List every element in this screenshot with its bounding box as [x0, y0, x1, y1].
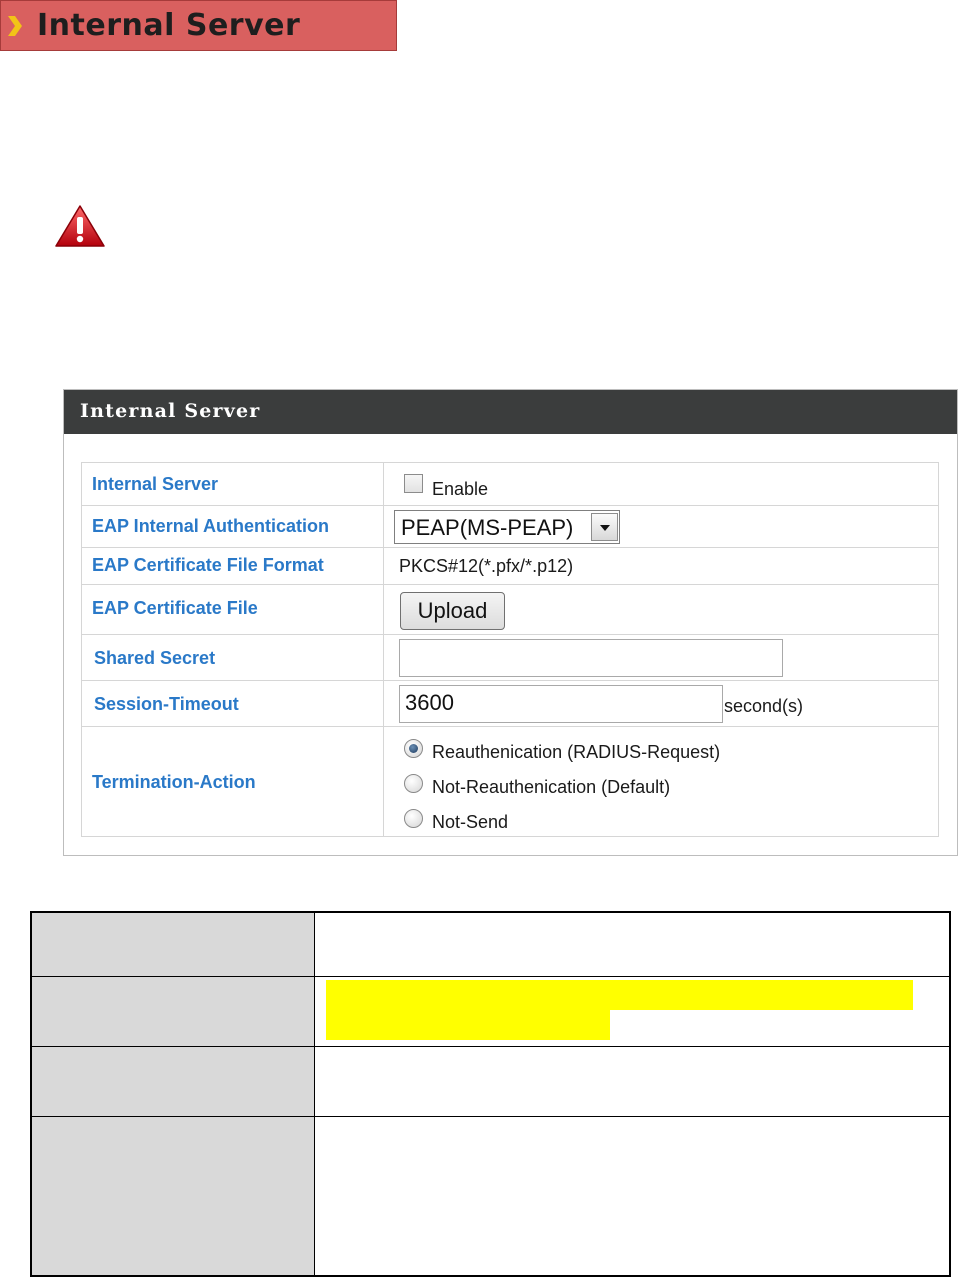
radio-label-not-reauthentication: Not-Reauthenication (Default)	[432, 777, 671, 797]
description-row-text	[315, 1117, 949, 1275]
settings-table: Internal Server Enable EAP Internal Auth…	[81, 462, 939, 837]
chevron-right-icon	[8, 16, 22, 36]
radio-label-not-send: Not-Send	[432, 812, 509, 832]
warning-icon	[55, 205, 105, 247]
panel-header: Internal Server	[64, 390, 957, 434]
session-timeout-input[interactable]: 3600	[399, 685, 723, 723]
chevron-down-icon[interactable]	[591, 513, 618, 541]
description-table	[30, 911, 951, 1277]
description-row	[32, 977, 949, 1047]
panel-title: Internal Server	[80, 400, 261, 422]
radio-not-send[interactable]	[404, 809, 423, 828]
shared-secret-input[interactable]	[399, 639, 783, 677]
description-row-label	[32, 1117, 315, 1275]
description-row-text	[315, 1047, 949, 1116]
description-row-label	[32, 913, 315, 976]
internal-server-label: Internal Server	[92, 474, 219, 494]
row-internal-server: Internal Server Enable	[82, 463, 938, 506]
highlighted-text	[326, 1010, 610, 1040]
section-heading-title: Internal Server	[37, 8, 301, 43]
row-termination-action: Termination-Action Reauthenication (RADI…	[82, 727, 938, 836]
eap-auth-label: EAP Internal Authentication	[92, 516, 330, 536]
radio-not-reauthentication[interactable]	[404, 774, 423, 793]
row-cert-file: EAP Certificate File Upload	[82, 585, 938, 635]
description-row	[32, 1047, 949, 1117]
cert-format-value: PKCS#12(*.pfx/*.p12)	[399, 556, 574, 576]
shared-secret-label: Shared Secret	[94, 648, 216, 668]
upload-button[interactable]: Upload	[400, 592, 505, 630]
row-session-timeout: Session-Timeout 3600 second(s)	[82, 681, 938, 727]
description-row-text	[315, 913, 949, 976]
row-eap-auth: EAP Internal Authentication PEAP(MS-PEAP…	[82, 506, 938, 548]
description-row-label	[32, 1047, 315, 1116]
row-cert-format: EAP Certificate File Format PKCS#12(*.pf…	[82, 548, 938, 585]
section-heading: Internal Server	[0, 0, 397, 51]
session-timeout-label: Session-Timeout	[94, 694, 239, 714]
eap-auth-select[interactable]: PEAP(MS-PEAP)	[394, 510, 620, 544]
description-row-label	[32, 977, 315, 1046]
eap-auth-selected-value: PEAP(MS-PEAP)	[401, 515, 574, 540]
termination-action-label: Termination-Action	[92, 772, 256, 792]
highlighted-text	[326, 980, 913, 1010]
radio-label-reauthentication: Reauthenication (RADIUS-Request)	[432, 742, 721, 762]
internal-server-panel: Internal Server Internal Server Enable E…	[63, 389, 958, 856]
cert-format-label: EAP Certificate File Format	[92, 555, 324, 575]
session-timeout-unit: second(s)	[724, 696, 804, 716]
radio-reauthentication[interactable]	[404, 739, 423, 758]
row-shared-secret: Shared Secret	[82, 635, 938, 681]
description-row	[32, 913, 949, 977]
enable-checkbox[interactable]	[404, 474, 423, 493]
description-row	[32, 1117, 949, 1275]
enable-label: Enable	[432, 479, 489, 499]
cert-file-label: EAP Certificate File	[92, 598, 258, 618]
description-row-text	[315, 977, 949, 1046]
